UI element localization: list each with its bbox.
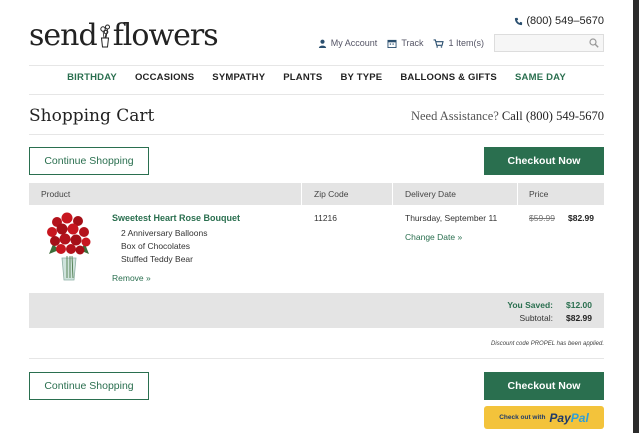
subtotal-label: Subtotal: xyxy=(519,313,553,323)
footer-divider xyxy=(29,358,604,359)
paypal-label: Check out with xyxy=(499,414,546,421)
product-addons: 2 Anniversary Balloons Box of Chocolates… xyxy=(121,227,207,266)
window-scrollbar[interactable] xyxy=(633,0,639,433)
header-separator xyxy=(517,183,518,205)
continue-shopping-button-top[interactable]: Continue Shopping xyxy=(29,147,149,175)
checkout-now-button-bottom[interactable]: Checkout Now xyxy=(484,372,604,400)
nav-birthday[interactable]: BIRTHDAY xyxy=(67,72,117,88)
phone-icon xyxy=(515,17,523,25)
nav-plants[interactable]: PLANTS xyxy=(283,72,322,88)
header-separator xyxy=(301,183,302,205)
subtotal-value: $82.99 xyxy=(566,313,592,323)
logo-text-right: flowers xyxy=(112,18,219,53)
cart-count: 1 Item(s) xyxy=(448,38,484,48)
nav-divider xyxy=(29,94,604,95)
track-label: Track xyxy=(401,38,424,48)
page-title: Shopping Cart xyxy=(29,106,155,126)
search-input[interactable] xyxy=(494,34,604,52)
my-account-label: My Account xyxy=(330,38,378,48)
paypal-logo-pay: Pay xyxy=(549,410,571,425)
sale-price: $82.99 xyxy=(568,213,594,223)
continue-shopping-button-bottom[interactable]: Continue Shopping xyxy=(29,372,149,400)
phone-number: (800) 549–5670 xyxy=(526,15,604,27)
my-account-link[interactable]: My Account xyxy=(318,38,378,48)
header-divider xyxy=(29,65,604,66)
nav-sympathy[interactable]: SYMPATHY xyxy=(212,72,265,88)
discount-note: Discount code PROPEL has been applied. xyxy=(491,341,604,347)
delivery-date-value: Thursday, September 11 xyxy=(405,213,498,223)
nav-balloons-gifts[interactable]: BALLOONS & GIFTS xyxy=(400,72,497,88)
you-saved-label: You Saved: xyxy=(507,300,553,310)
paypal-checkout-button[interactable]: Check out with PayPal xyxy=(484,406,604,429)
cart-totals: You Saved: $12.00 Subtotal: $82.99 xyxy=(29,293,604,328)
header-product: Product xyxy=(41,189,71,199)
addon-item: Stuffed Teddy Bear xyxy=(121,254,193,264)
header-zip: Zip Code xyxy=(314,189,349,199)
paypal-logo: PayPal xyxy=(549,411,588,425)
header-price: Price xyxy=(529,189,549,199)
nav-by-type[interactable]: BY TYPE xyxy=(340,72,382,88)
header-phone[interactable]: (800) 549–5670 xyxy=(514,15,604,27)
header-separator xyxy=(392,183,393,205)
assistance-text: Need Assistance? Call (800) 549-5670 xyxy=(411,109,604,124)
paypal-logo-pal: Pal xyxy=(570,410,589,425)
checkout-now-button-top[interactable]: Checkout Now xyxy=(484,147,604,175)
calendar-icon xyxy=(387,39,397,48)
user-icon xyxy=(318,39,326,48)
assistance-phone[interactable]: Call (800) 549-5670 xyxy=(502,109,604,123)
sendflowers-logo[interactable]: send flowers xyxy=(29,18,219,53)
nav-occasions[interactable]: OCCASIONS xyxy=(135,72,194,88)
cart-icon xyxy=(434,38,445,48)
flower-vase-icon xyxy=(99,24,110,48)
assistance-label: Need Assistance? xyxy=(410,109,499,123)
page: send flowers (800) 549–5670 My Account Tr… xyxy=(0,0,633,433)
site-header: send flowers (800) 549–5670 My Account Tr… xyxy=(29,10,604,66)
addon-item: Box of Chocolates xyxy=(121,241,190,251)
addon-item: 2 Anniversary Balloons xyxy=(121,228,208,238)
change-date-link[interactable]: Change Date » xyxy=(405,232,462,242)
product-name[interactable]: Sweetest Heart Rose Bouquet xyxy=(112,213,240,223)
nav-same-day[interactable]: SAME DAY xyxy=(515,72,566,88)
cart-link[interactable]: 1 Item(s) xyxy=(433,38,484,48)
header-utilities: My Account Track 1 Item(s) xyxy=(318,34,604,52)
you-saved-value: $12.00 xyxy=(566,300,592,310)
logo-text-left: send xyxy=(29,18,98,53)
remove-link[interactable]: Remove » xyxy=(112,273,151,283)
cart-table-header: Product Zip Code Delivery Date Price xyxy=(29,183,604,205)
original-price: $59.99 xyxy=(529,213,555,223)
zip-code-value: 11216 xyxy=(314,213,338,223)
cart-item-row: Sweetest Heart Rose Bouquet 2 Anniversar… xyxy=(29,205,604,293)
title-divider xyxy=(29,134,604,135)
main-nav: BIRTHDAY OCCASIONS SYMPATHY PLANTS BY TY… xyxy=(29,72,604,88)
rose-bouquet-image[interactable] xyxy=(43,210,95,282)
track-link[interactable]: Track xyxy=(387,38,423,48)
header-delivery-date: Delivery Date xyxy=(405,189,457,199)
search-icon[interactable] xyxy=(589,38,599,48)
